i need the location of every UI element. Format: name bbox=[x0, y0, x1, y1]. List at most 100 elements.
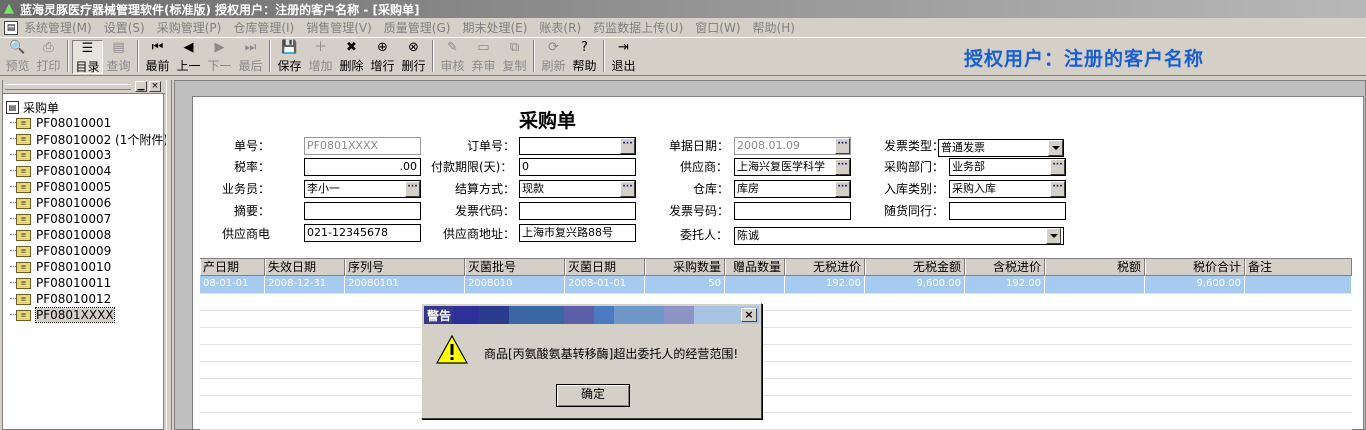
supplier-addr-field[interactable]: 上海市复兴路88号 bbox=[519, 224, 636, 242]
column-header[interactable]: 赠品数量 bbox=[725, 259, 785, 276]
column-header[interactable]: 税额 bbox=[1045, 259, 1145, 276]
sub-order-no-picker[interactable]: ··· bbox=[620, 138, 635, 154]
table-cell[interactable] bbox=[725, 276, 785, 293]
salesman-picker[interactable]: ··· bbox=[405, 181, 420, 197]
table-cell[interactable]: 2008-12-31 bbox=[265, 276, 345, 293]
column-header[interactable]: 采购数量 bbox=[645, 259, 725, 276]
column-header[interactable]: 失效日期 bbox=[265, 259, 345, 276]
summary-field[interactable] bbox=[304, 202, 421, 220]
table-cell[interactable]: 20080101 bbox=[345, 276, 465, 293]
menu-system[interactable]: 系统管理(M) bbox=[24, 19, 92, 36]
table-cell[interactable]: 2008-01-01 bbox=[565, 276, 645, 293]
order-no-field[interactable]: PF0801XXXX bbox=[304, 137, 421, 155]
table-cell[interactable]: 2008010 bbox=[465, 276, 565, 293]
ok-button[interactable]: 确定 bbox=[556, 384, 630, 407]
table-cell[interactable]: 50 bbox=[645, 276, 725, 293]
table-cell[interactable]: 9,600.00 bbox=[1145, 276, 1245, 293]
dialog-close-button[interactable]: × bbox=[741, 308, 757, 322]
column-header[interactable]: 灭菌日期 bbox=[565, 259, 645, 276]
table-cell[interactable]: 192.00 bbox=[965, 276, 1045, 293]
next-button[interactable]: ▶ 下一 bbox=[204, 40, 235, 74]
list-button[interactable]: ☰ 目录 bbox=[72, 40, 103, 74]
tree-item[interactable]: ≡ PF08010005 bbox=[9, 179, 168, 195]
unaudit-button[interactable]: ▭ 弃审 bbox=[468, 40, 499, 74]
column-header[interactable]: 产日期 bbox=[200, 259, 265, 276]
dialog-title-bar[interactable]: 警告 bbox=[424, 306, 759, 324]
tree-root[interactable]: ▤ 采购单 bbox=[6, 99, 168, 115]
pay-days-field[interactable]: 0 bbox=[519, 158, 636, 176]
tree-item[interactable]: ≡ PF08010010 bbox=[9, 259, 168, 275]
invoice-type-dropdown-icon[interactable] bbox=[1048, 140, 1063, 156]
companion-field[interactable] bbox=[949, 202, 1066, 220]
last-button[interactable]: ⏭ 最后 bbox=[235, 40, 266, 74]
panel-grip[interactable] bbox=[5, 84, 131, 90]
salesman-field[interactable]: 李小一 bbox=[304, 180, 421, 198]
delete-row-button[interactable]: ⊗ 删行 bbox=[398, 40, 429, 74]
tree-item[interactable]: ≡ PF08010002 (1个附件) bbox=[9, 131, 168, 147]
tree-item[interactable]: ≡ PF08010004 bbox=[9, 163, 168, 179]
settle-method-picker[interactable]: ··· bbox=[620, 181, 635, 197]
tree-item[interactable]: ≡ PF08010003 bbox=[9, 147, 168, 163]
purchase-dept-field[interactable]: 业务部 bbox=[949, 158, 1066, 176]
sub-order-no-field[interactable] bbox=[519, 137, 636, 155]
table-cell[interactable]: 08-01-01 bbox=[200, 276, 265, 293]
warehouse-field[interactable]: 库房 bbox=[734, 180, 851, 198]
menu-upload[interactable]: 药监数据上传(U) bbox=[593, 19, 683, 36]
save-button[interactable]: 💾 保存 bbox=[274, 40, 305, 74]
refresh-button[interactable]: ⟳ 刷新 bbox=[538, 40, 569, 74]
consignee-select[interactable]: 陈诚 bbox=[734, 227, 1064, 245]
table-cell[interactable] bbox=[1245, 276, 1352, 293]
supplier-picker[interactable]: ··· bbox=[835, 159, 850, 175]
menu-window[interactable]: 窗口(W) bbox=[695, 19, 740, 36]
audit-button[interactable]: ✎ 审核 bbox=[437, 40, 468, 74]
tree-item[interactable]: ≡ PF0801XXXX bbox=[9, 307, 168, 323]
column-header[interactable]: 无税进价 bbox=[785, 259, 865, 276]
column-header[interactable]: 备注 bbox=[1245, 259, 1352, 276]
exit-button[interactable]: ⇥ 退出 bbox=[608, 40, 639, 74]
table-cell[interactable]: 192.00 bbox=[785, 276, 865, 293]
print-button[interactable]: ⎙ 打印 bbox=[33, 40, 64, 74]
tree-item[interactable]: ≡ PF08010009 bbox=[9, 243, 168, 259]
table-row[interactable]: 08-01-01 2008-12-31 20080101 2008010 2008-01… bbox=[200, 276, 1352, 293]
grid-empty-rows[interactable] bbox=[200, 293, 1352, 430]
tree-item[interactable]: ≡ PF08010011 bbox=[9, 275, 168, 291]
stock-in-type-picker[interactable]: ··· bbox=[1050, 181, 1065, 197]
column-header[interactable]: 税价合计 bbox=[1145, 259, 1245, 276]
close-panel-button[interactable]: × bbox=[149, 81, 161, 92]
doc-date-field[interactable]: 2008.01.09 bbox=[734, 137, 851, 155]
minimize-panel-button[interactable]: ▁ bbox=[135, 81, 147, 92]
menu-period-end[interactable]: 期末处理(E) bbox=[462, 19, 527, 36]
warehouse-picker[interactable]: ··· bbox=[835, 181, 850, 197]
table-cell[interactable]: 9,600.00 bbox=[865, 276, 965, 293]
delete-button[interactable]: ✖ 删除 bbox=[336, 40, 367, 74]
first-button[interactable]: ⏮ 最前 bbox=[142, 40, 173, 74]
purchase-dept-picker[interactable]: ··· bbox=[1050, 159, 1065, 175]
column-header[interactable]: 含税进价 bbox=[965, 259, 1045, 276]
copy-button[interactable]: ⧉ 复制 bbox=[499, 40, 530, 74]
add-row-button[interactable]: ⊕ 增行 bbox=[367, 40, 398, 74]
tree-item[interactable]: ≡ PF08010006 bbox=[9, 195, 168, 211]
invoice-type-select[interactable]: 普通发票 bbox=[938, 139, 1064, 157]
stock-in-type-field[interactable]: 采购入库 bbox=[949, 180, 1066, 198]
menu-reports[interactable]: 账表(R) bbox=[539, 19, 581, 36]
document-icon[interactable]: ▤ bbox=[4, 20, 18, 35]
tree-item[interactable]: ≡ PF08010012 bbox=[9, 291, 168, 307]
tax-rate-field[interactable]: .00 bbox=[304, 158, 421, 176]
table-cell[interactable] bbox=[1045, 276, 1145, 293]
column-header[interactable]: 序列号 bbox=[345, 259, 465, 276]
menu-warehouse[interactable]: 仓库管理(I) bbox=[233, 19, 294, 36]
supplier-field[interactable]: 上海兴复医学科学 bbox=[734, 158, 851, 176]
menu-help[interactable]: 帮助(H) bbox=[753, 19, 795, 36]
add-button[interactable]: ＋ 增加 bbox=[305, 40, 336, 74]
column-header[interactable]: 无税金额 bbox=[865, 259, 965, 276]
panel-splitter[interactable] bbox=[166, 80, 172, 430]
tree-item[interactable]: ≡ PF08010008 bbox=[9, 227, 168, 243]
consignee-dropdown-icon[interactable] bbox=[1046, 228, 1061, 244]
invoice-no-field[interactable] bbox=[734, 202, 851, 220]
tree-item[interactable]: ≡ PF08010001 bbox=[9, 115, 168, 131]
invoice-code-field[interactable] bbox=[519, 202, 636, 220]
menu-quality[interactable]: 质量管理(G) bbox=[384, 19, 451, 36]
column-header[interactable]: 灭菌批号 bbox=[465, 259, 565, 276]
prev-button[interactable]: ◀ 上一 bbox=[173, 40, 204, 74]
query-button[interactable]: ▤ 查询 bbox=[103, 40, 134, 74]
